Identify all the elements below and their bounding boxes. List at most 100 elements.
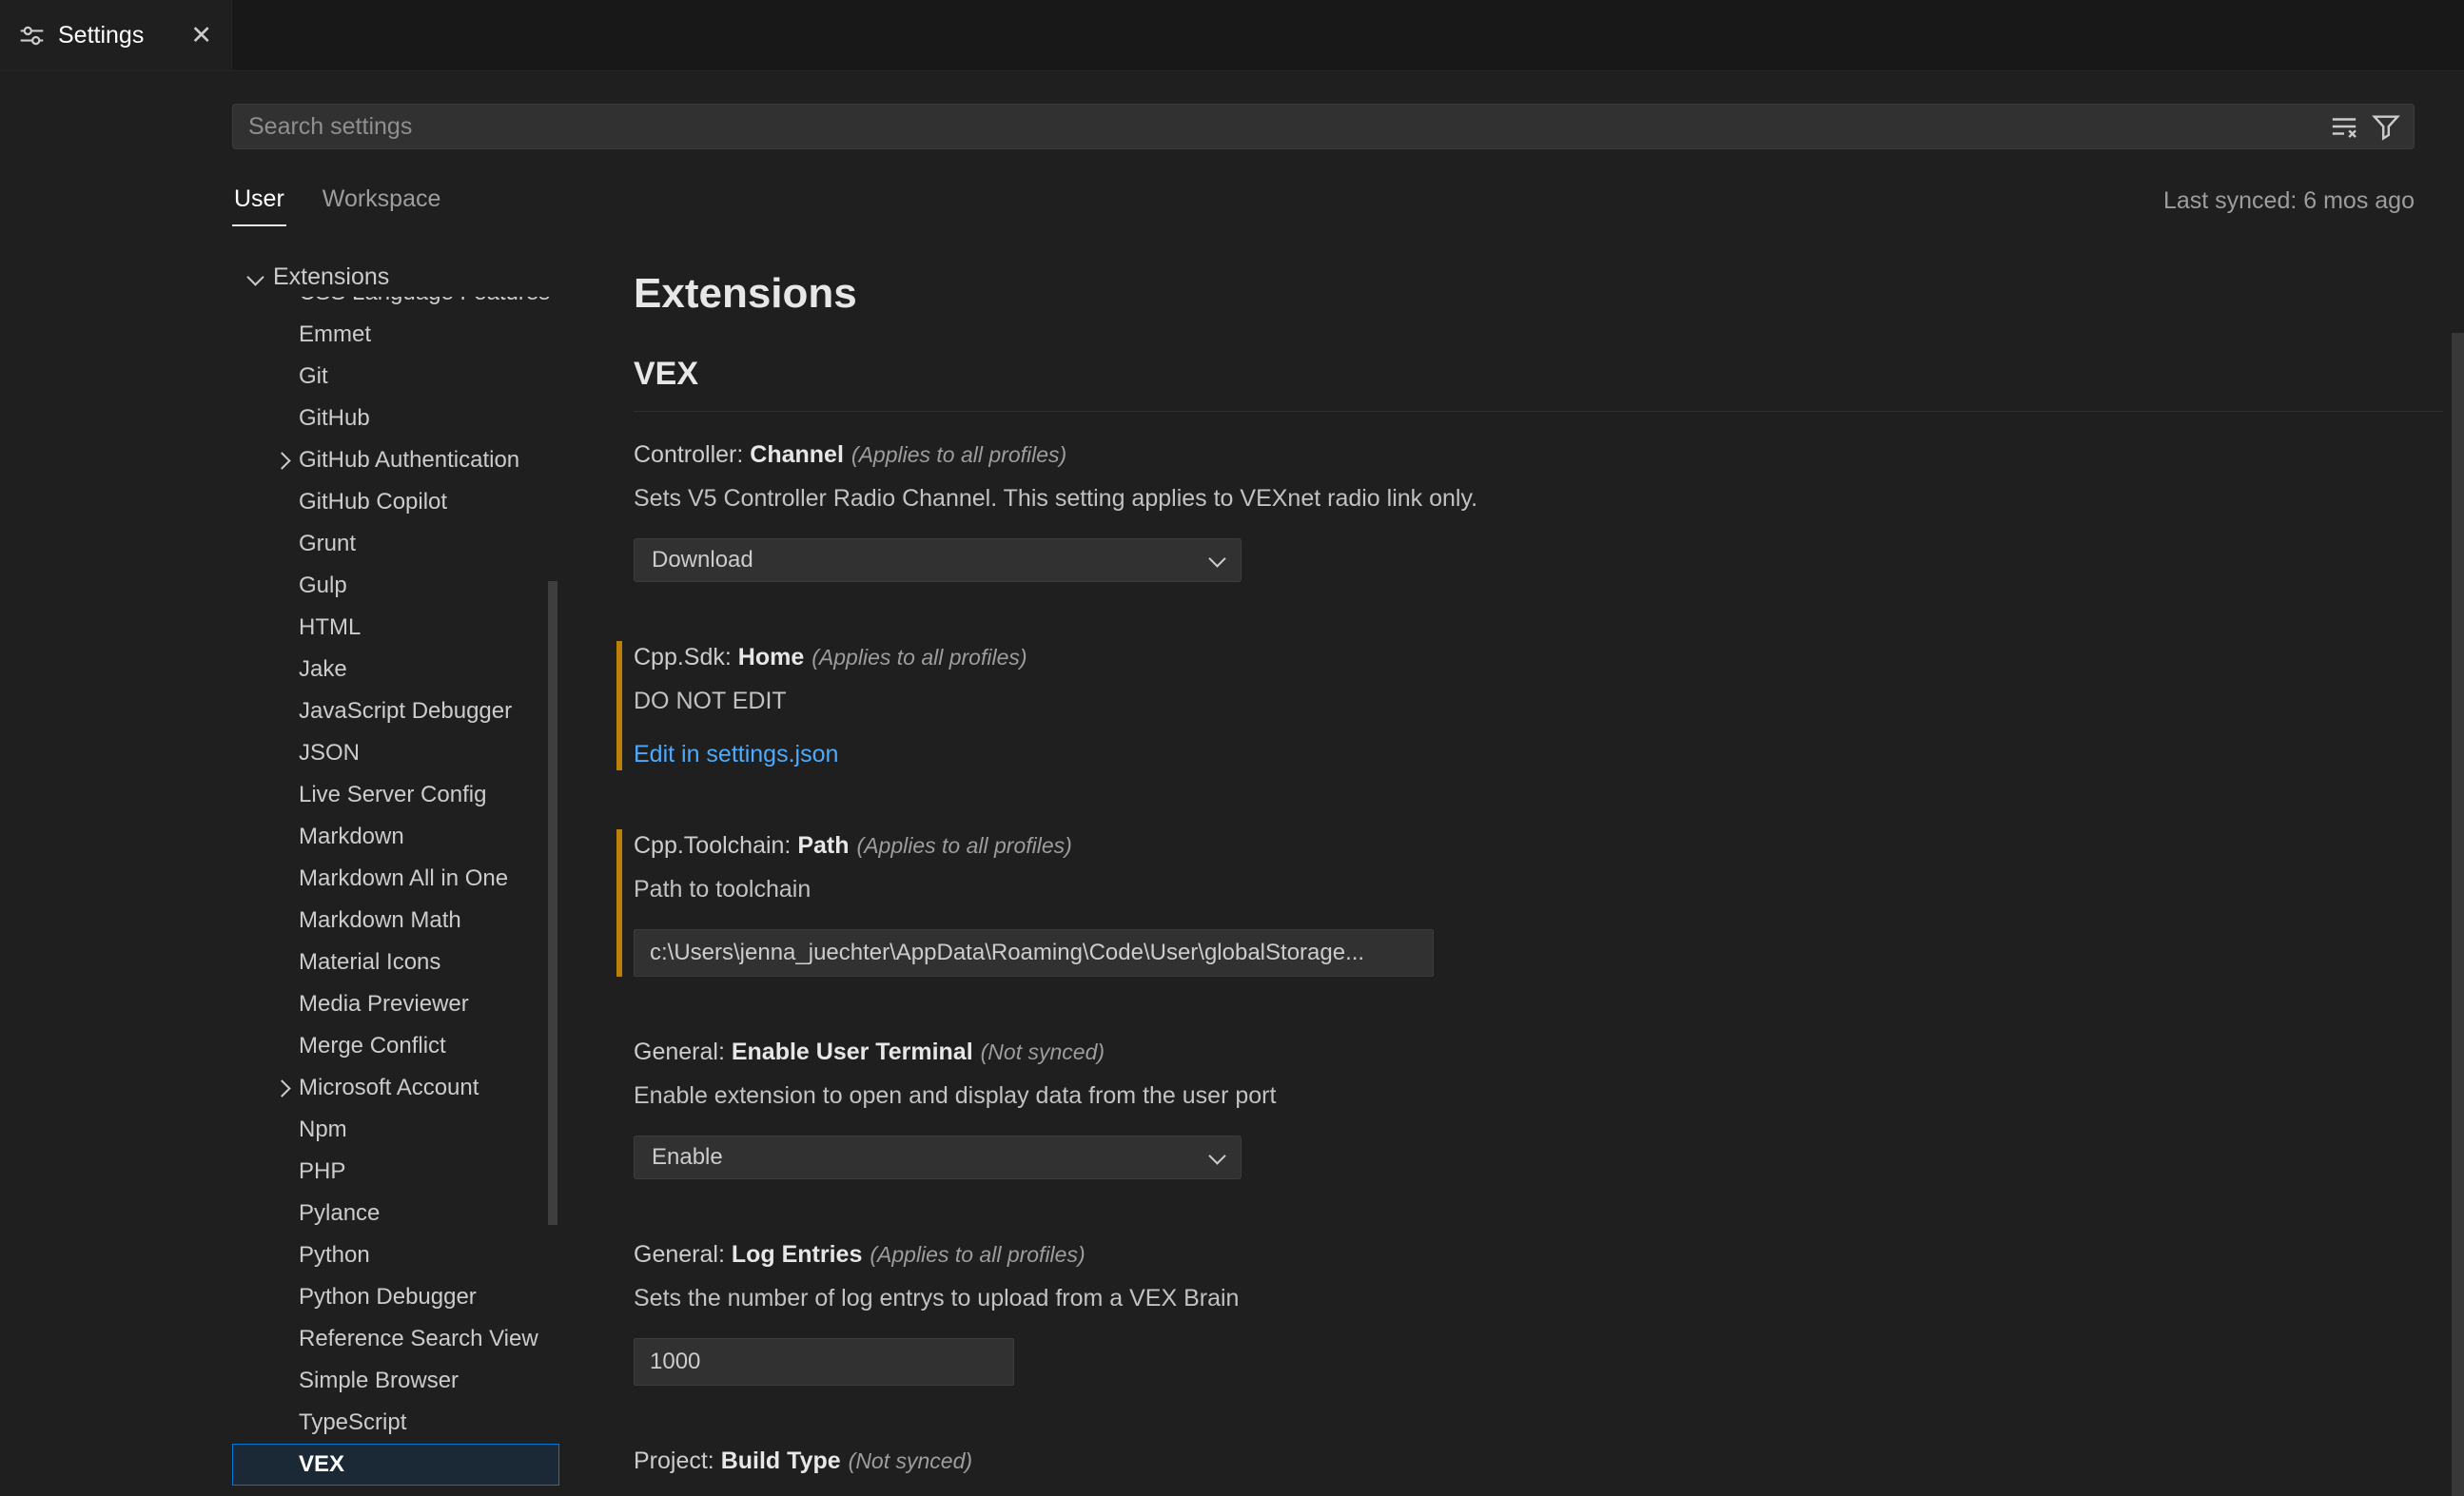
setting-description: Sets the number of log entrys to upload … (634, 1282, 2443, 1314)
toc-item-label: Live Server Config (299, 782, 486, 808)
setting-category: Project: (634, 1447, 714, 1474)
toc-item-label: HTML (299, 614, 361, 641)
toc-item-simple-browser[interactable]: Simple Browser (232, 1360, 559, 1402)
setting-description: Sets V5 Controller Radio Channel. This s… (634, 482, 2443, 515)
tab-settings[interactable]: Settings ✕ (0, 0, 232, 70)
toc-item-label: Simple Browser (299, 1368, 459, 1394)
toc-item-markdown-all-in-one[interactable]: Markdown All in One (232, 858, 559, 900)
toc-item-grunt[interactable]: Grunt (232, 523, 559, 565)
toc-item-media-previewer[interactable]: Media Previewer (232, 983, 559, 1025)
edit-in-settings-json-link[interactable]: Edit in settings.json (634, 738, 838, 770)
settings-sliders-icon (19, 23, 45, 49)
setting-row-general-enable-user-terminal: General: Enable User Terminal(Not synced… (616, 1036, 2443, 1179)
clear-search-results-icon[interactable] (2330, 112, 2358, 141)
toc-item-github-authentication[interactable]: GitHub Authentication (232, 439, 559, 481)
toc-item-vex[interactable]: VEX (232, 1444, 559, 1486)
setting-name: Path (797, 832, 849, 859)
toc-item-merge-conflict[interactable]: Merge Conflict (232, 1025, 559, 1067)
setting-dropdown[interactable]: Download (634, 538, 1242, 582)
toc-item-label: Markdown Math (299, 907, 461, 934)
toc-item-label: Reference Search View (299, 1326, 538, 1352)
toc-item-label: JavaScript Debugger (299, 698, 512, 725)
setting-row-cpp-toolchain-path: Cpp.Toolchain: Path (Applies to all profi… (616, 829, 2443, 977)
toc-item-label: Media Previewer (299, 991, 469, 1018)
setting-name: Enable User Terminal (732, 1039, 973, 1065)
toc-item-label: JSON (299, 740, 360, 767)
toc-item-label: Git (299, 363, 328, 390)
input-value: 1000 (650, 1349, 700, 1375)
setting-label: Cpp.Toolchain: Path (Applies to all profi… (634, 829, 2443, 862)
setting-category: General: (634, 1241, 725, 1268)
toc-item-label: TypeScript (299, 1409, 406, 1436)
setting-text-input[interactable]: c:\Users\jenna_juechter\AppData\Roaming\… (634, 929, 1434, 977)
settings-scope-tabs: User Workspace Last synced: 6 mos ago (232, 179, 2415, 226)
toc-item-label: GitHub (299, 405, 370, 432)
setting-scope-badge: (Applies to all profiles) (857, 833, 1072, 858)
dropdown-value: Enable (652, 1144, 723, 1171)
close-icon[interactable]: ✕ (190, 23, 212, 49)
chevron-down-icon (1208, 550, 1225, 567)
tab-user[interactable]: User (232, 185, 286, 226)
toc-root-extensions[interactable]: Extensions (232, 257, 559, 297)
toc-item-label: Npm (299, 1117, 347, 1143)
settings-toc: CSS Language FeaturesEmmetGitGitHubGitHu… (232, 257, 559, 1496)
toc-item-gulp[interactable]: Gulp (232, 565, 559, 607)
setting-row-cpp-sdk-home: Cpp.Sdk: Home(Applies to all profiles)DO… (616, 641, 2443, 770)
toc-item-pylance[interactable]: Pylance (232, 1193, 559, 1234)
toc-item-javascript-debugger[interactable]: JavaScript Debugger (232, 690, 559, 732)
toc-item-python[interactable]: Python (232, 1234, 559, 1276)
toc-item-jake[interactable]: Jake (232, 649, 559, 690)
toc-item-npm[interactable]: Npm (232, 1109, 559, 1151)
toc-item-label: Pylance (299, 1200, 380, 1227)
editor-tab-bar: Settings ✕ (0, 0, 2464, 71)
toc-item-label: Emmet (299, 321, 371, 348)
toc-item-github[interactable]: GitHub (232, 398, 559, 439)
filter-settings-icon[interactable] (2372, 112, 2400, 141)
setting-category: Cpp.Toolchain: (634, 832, 791, 859)
setting-text-input[interactable]: 1000 (634, 1338, 1014, 1386)
toc-item-typescript[interactable]: TypeScript (232, 1402, 559, 1444)
toc-item-label: GitHub Copilot (299, 489, 447, 515)
toc-scrollbar[interactable] (548, 581, 557, 1225)
toc-item-reference-search-view[interactable]: Reference Search View (232, 1318, 559, 1360)
toc-item-html[interactable]: HTML (232, 607, 559, 649)
toc-list: CSS Language FeaturesEmmetGitGitHubGitHu… (232, 272, 559, 1486)
setting-row-project-build-type: Project: Build Type(Not synced) (616, 1445, 2443, 1477)
tab-title: Settings (58, 22, 144, 49)
chevron-down-icon (246, 268, 264, 285)
toc-item-material-icons[interactable]: Material Icons (232, 942, 559, 983)
settings-list: Controller: Channel(Applies to all profi… (634, 438, 2443, 1477)
toc-item-json[interactable]: JSON (232, 732, 559, 774)
toc-item-live-server-config[interactable]: Live Server Config (232, 774, 559, 816)
toc-item-python-debugger[interactable]: Python Debugger (232, 1276, 559, 1318)
toc-item-emmet[interactable]: Emmet (232, 314, 559, 356)
toc-item-markdown[interactable]: Markdown (232, 816, 559, 858)
setting-name: Log Entries (732, 1241, 863, 1268)
setting-name: Channel (750, 441, 844, 468)
toc-item-label: Python (299, 1242, 370, 1269)
setting-category: General: (634, 1039, 725, 1065)
toc-item-label: Microsoft Account (299, 1075, 479, 1101)
settings-search-bar (232, 104, 2415, 149)
toc-item-markdown-math[interactable]: Markdown Math (232, 900, 559, 942)
setting-dropdown[interactable]: Enable (634, 1136, 1242, 1179)
page-scrollbar[interactable] (2452, 333, 2464, 1496)
tab-workspace[interactable]: Workspace (321, 185, 443, 226)
toc-item-label: Markdown All in One (299, 865, 508, 892)
toc-item-microsoft-account[interactable]: Microsoft Account (232, 1067, 559, 1109)
search-input[interactable] (246, 112, 2330, 142)
setting-row-controller-channel: Controller: Channel(Applies to all profi… (616, 438, 2443, 582)
toc-item-git[interactable]: Git (232, 356, 559, 398)
setting-label: General: Enable User Terminal(Not synced… (634, 1036, 2443, 1068)
toc-item-github-copilot[interactable]: GitHub Copilot (232, 481, 559, 523)
toc-item-php[interactable]: PHP (232, 1151, 559, 1193)
setting-description: Path to toolchain (634, 873, 2443, 905)
setting-label: Project: Build Type(Not synced) (634, 1445, 2443, 1477)
toc-item-label: Python Debugger (299, 1284, 477, 1311)
page-title: Extensions (634, 268, 2443, 320)
toc-item-label: Markdown (299, 824, 404, 850)
toc-item-label: Gulp (299, 573, 347, 599)
section-title-vex: VEX (634, 354, 2443, 394)
toc-item-label: Merge Conflict (299, 1033, 446, 1059)
toc-root-label: Extensions (273, 263, 389, 291)
